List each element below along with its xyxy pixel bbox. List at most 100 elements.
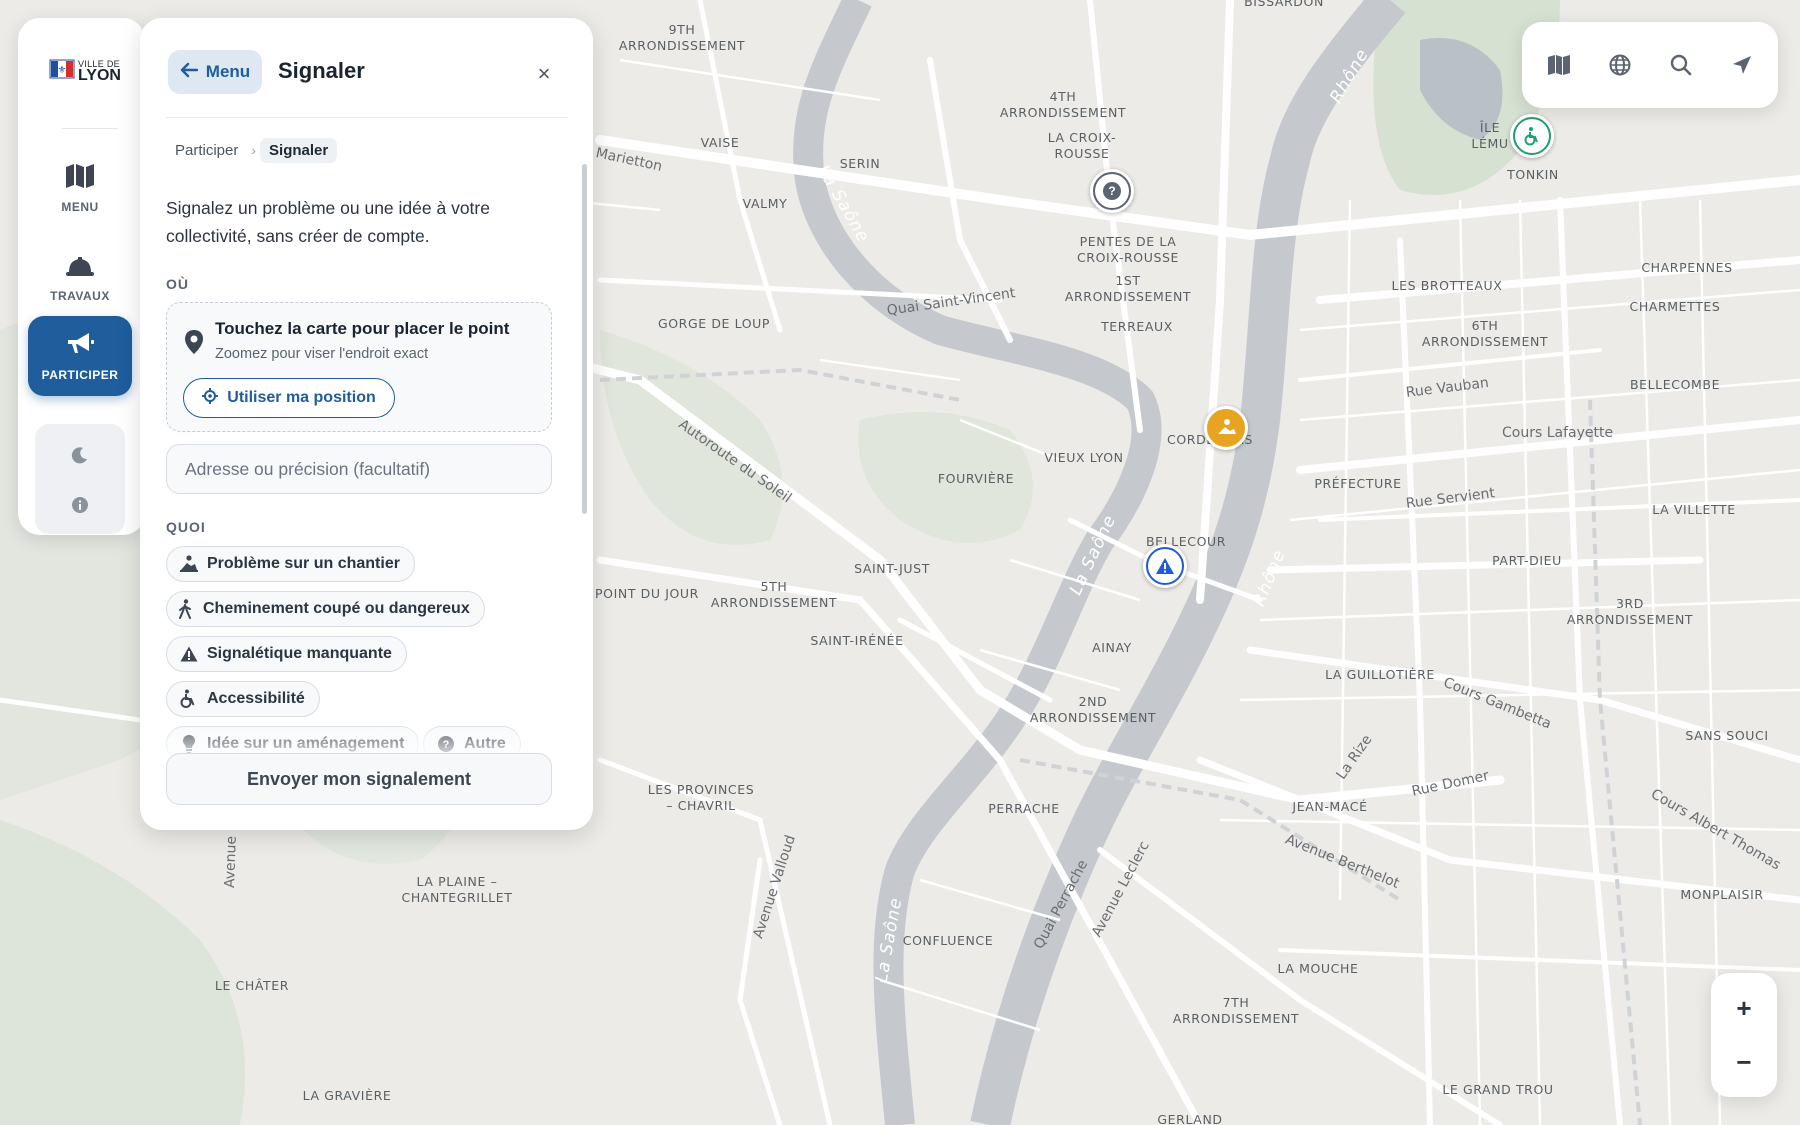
submit-report-label: Envoyer mon signalement	[246, 768, 472, 789]
district-label: VALMY	[742, 196, 788, 211]
warning-icon	[179, 644, 199, 664]
rail-divider	[62, 128, 118, 129]
locate-icon[interactable]	[1727, 50, 1757, 80]
megaphone-icon	[65, 331, 95, 362]
rail-item-participer[interactable]: PARTICIPER	[28, 316, 132, 396]
page-title: Signaler	[278, 58, 365, 83]
district-label: SAINT-JUST	[854, 561, 930, 576]
district-label: LE CHÂTER	[214, 978, 290, 993]
district-label: BISSARDON	[1244, 0, 1324, 9]
svg-text:⚜: ⚜	[58, 65, 67, 76]
breadcrumb-item-participer[interactable]: Participer	[166, 138, 247, 163]
hard-hat-icon	[65, 254, 95, 283]
zoom-out-button[interactable]: −	[1711, 1035, 1777, 1089]
moon-icon[interactable]	[65, 440, 95, 470]
category-chip-label: Problème sur un chantier	[207, 555, 400, 572]
back-to-menu-button[interactable]: Menu	[168, 50, 262, 94]
district-label: PART-DIEU	[1492, 553, 1562, 568]
app-rail: ⚜ VILLE DE LYON MENU TRAVAUX PARTICIPER	[18, 18, 145, 535]
category-chip-label: Signalétique manquante	[207, 645, 392, 662]
report-marker-warning[interactable]	[1143, 544, 1187, 588]
district-label: FOURVIÈRE	[937, 471, 1015, 486]
report-marker-accessibility[interactable]	[1510, 114, 1554, 158]
category-chip-path[interactable]: Cheminement coupé ou dangereux	[166, 591, 485, 627]
category-chip-label: Idée sur un aménagement	[207, 735, 405, 752]
district-label: GORGE DE LOUP	[657, 316, 771, 331]
district-label: SAINT-IRÉNÉE	[810, 633, 904, 648]
location-picker-title: Touchez la carte pour placer le point	[215, 319, 510, 338]
district-label: VIEUX LYON	[1044, 450, 1124, 465]
svg-text:?: ?	[1108, 184, 1115, 198]
district-label: LA VILLETTE	[1652, 502, 1736, 517]
search-icon[interactable]	[1666, 50, 1696, 80]
question-icon: ?	[436, 734, 456, 754]
intro-text: Signalez un problème ou une idée à votre…	[166, 198, 490, 246]
address-input[interactable]	[166, 444, 552, 494]
category-chip-worksite[interactable]: Problème sur un chantier	[166, 546, 415, 582]
header-divider	[166, 117, 568, 118]
panel-scrollbar[interactable]	[582, 164, 587, 514]
district-label: CHARPENNES	[1641, 260, 1733, 275]
district-label: 7TH ARRONDISSEMENT	[1172, 995, 1300, 1026]
district-label: LE GRAND TROU	[1442, 1082, 1554, 1097]
wheelchair-icon	[179, 689, 199, 709]
district-label: LES PROVINCES – CHAVRIL	[647, 782, 755, 813]
map-icon	[65, 163, 95, 194]
district-label: CONFLUENCE	[902, 933, 994, 948]
category-chip-label: Cheminement coupé ou dangereux	[203, 600, 470, 617]
info-icon[interactable]	[65, 490, 95, 520]
district-label: CHARMETTES	[1629, 299, 1721, 314]
district-label: LA PLAINE – CHANTEGRILLET	[401, 874, 513, 905]
map-icon[interactable]	[1544, 50, 1574, 80]
breadcrumb: Participer › Signaler	[166, 136, 338, 164]
district-label: GERLAND	[1157, 1112, 1223, 1125]
district-label: 4TH ARRONDISSEMENT	[999, 89, 1127, 120]
worker-icon	[179, 554, 199, 574]
section-label-what: QUOI	[166, 519, 206, 535]
use-my-position-label: Utiliser ma position	[227, 389, 376, 406]
map-toolbar	[1522, 22, 1778, 108]
district-label: PENTES DE LA CROIX-ROUSSE	[1076, 234, 1180, 265]
question-icon: ?	[1095, 174, 1129, 208]
pedestrian-icon	[175, 599, 195, 619]
district-label: POINT DU JOUR	[595, 586, 699, 601]
category-chip-signage[interactable]: Signalétique manquante	[166, 636, 407, 672]
report-marker-worksite[interactable]	[1204, 406, 1248, 450]
district-label: SANS SOUCI	[1685, 728, 1769, 743]
worker-icon	[1209, 411, 1243, 445]
district-label: VAISE	[700, 135, 740, 150]
chevron-right-icon: ›	[251, 142, 257, 158]
district-label: PERRACHE	[988, 801, 1060, 816]
crosshair-icon	[202, 387, 219, 409]
rail-item-label: TRAVAUX	[50, 288, 110, 303]
district-label: LA GUILLOTIÈRE	[1325, 667, 1435, 682]
district-label: ÎLE LÉMU	[1471, 120, 1509, 151]
rail-tools	[35, 424, 125, 534]
district-label: BELLECOMBE	[1629, 377, 1721, 392]
district-label: 3RD ARRONDISSEMENT	[1566, 596, 1694, 627]
close-icon: ×	[537, 61, 551, 86]
ville-de-lyon-logo[interactable]: ⚜ VILLE DE LYON	[48, 48, 134, 94]
close-button[interactable]: ×	[530, 60, 558, 88]
rail-item-menu[interactable]: MENU	[28, 148, 132, 228]
submit-report-button[interactable]: Envoyer mon signalement	[166, 753, 552, 805]
breadcrumb-item-signaler: Signaler	[260, 137, 338, 163]
svg-text:?: ?	[443, 739, 450, 751]
use-my-position-button[interactable]: Utiliser ma position	[183, 378, 395, 418]
panel-header: Menu Signaler ×	[140, 18, 593, 118]
globe-icon[interactable]	[1605, 50, 1635, 80]
category-chip-accessibility[interactable]: Accessibilité	[166, 681, 320, 717]
lightbulb-icon	[179, 734, 199, 754]
rail-item-travaux[interactable]: TRAVAUX	[28, 238, 132, 318]
location-picker[interactable]: Touchez la carte pour placer le point Zo…	[166, 302, 552, 432]
district-label: LA GRAVIÈRE	[302, 1088, 392, 1103]
district-label: TONKIN	[1507, 167, 1559, 182]
district-label: SERIN	[839, 156, 881, 171]
zoom-controls: + −	[1711, 973, 1777, 1097]
report-marker-question[interactable]: ?	[1090, 169, 1134, 213]
zoom-in-button[interactable]: +	[1711, 981, 1777, 1035]
map-pin-icon	[183, 329, 205, 355]
arrow-left-icon	[180, 62, 198, 83]
logo-text-lyon: LYON	[78, 67, 121, 84]
district-label: 6TH ARRONDISSEMENT	[1421, 318, 1549, 349]
